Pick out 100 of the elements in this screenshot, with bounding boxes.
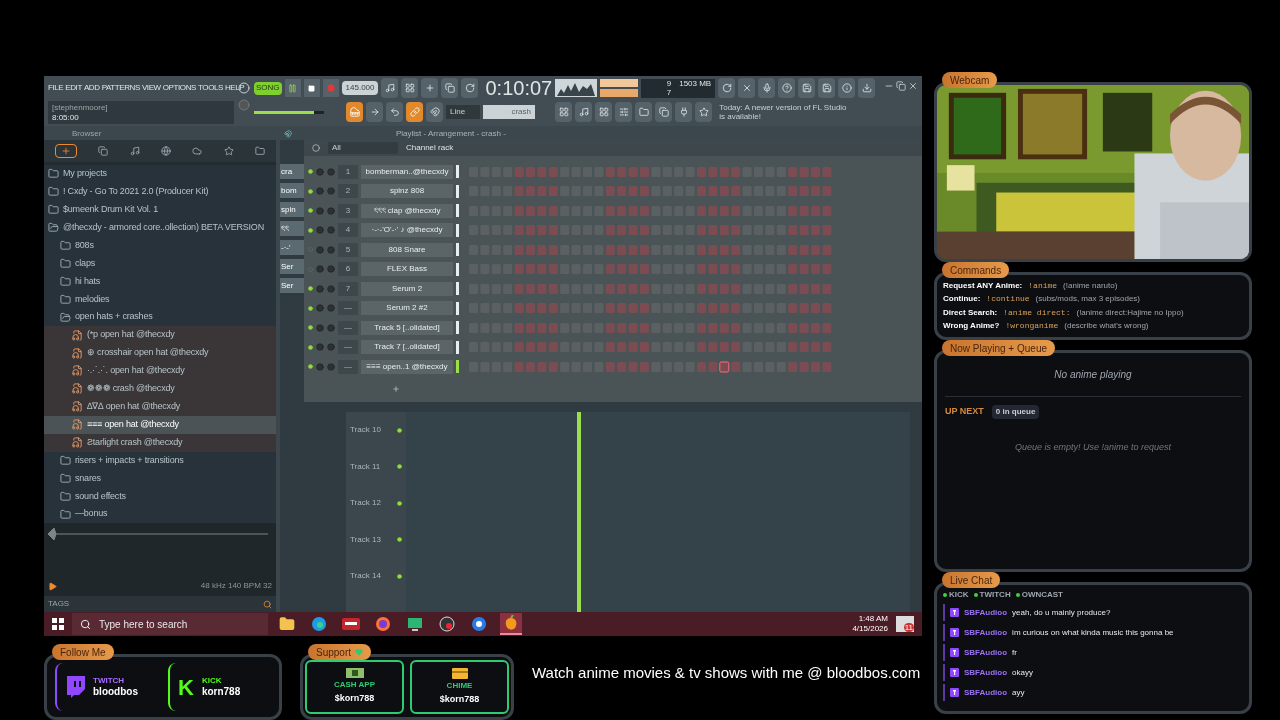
browser-item[interactable]: melodies bbox=[44, 290, 276, 309]
playlist-title: Playlist - Arrangement - crash - bbox=[396, 128, 506, 140]
browser-title: Browser bbox=[72, 128, 102, 140]
tags-label: TAGS bbox=[48, 598, 70, 611]
command-code: !wronganime bbox=[1005, 320, 1059, 333]
panel-label-text: Support bbox=[316, 645, 352, 660]
channel-name-button[interactable]: 808 Snare bbox=[361, 242, 453, 257]
chat-text: yeah, do u mainly produce? bbox=[1012, 606, 1111, 619]
pattern-clip[interactable]: Ser bbox=[280, 259, 304, 274]
channel-number: 1 bbox=[338, 164, 358, 179]
channel-number: — bbox=[338, 320, 358, 335]
channel-name-button[interactable]: Serum 2 bbox=[361, 281, 453, 296]
channel-name-button[interactable]: ≡≡≡ open..1 @thecxdy bbox=[361, 359, 453, 374]
channel-name-button[interactable]: ·-·-'O'-·' ♪ @thecxdy bbox=[361, 223, 453, 238]
menu-item[interactable]: ADD bbox=[83, 82, 100, 94]
menu-item[interactable]: EDIT bbox=[65, 82, 82, 94]
menu-item[interactable]: PATTERNS bbox=[101, 82, 140, 94]
channel-name-button[interactable]: Serum 2 #2 bbox=[361, 301, 453, 316]
command-name: Direct Search: bbox=[943, 306, 998, 319]
account-handle: bloodbos bbox=[93, 685, 138, 699]
channel-name-button[interactable]: spinz 808 bbox=[361, 184, 453, 199]
channel-name-button[interactable]: FLEX Bass bbox=[361, 262, 453, 277]
browser-item[interactable]: sound effects bbox=[44, 487, 276, 506]
banner-text: Watch anime movies & tv shows with me @ bloodbos.com bbox=[532, 663, 921, 683]
pattern-clip[interactable]: bom bbox=[280, 183, 304, 198]
channel-name-button[interactable]: bomberman..@thecxdy bbox=[361, 164, 453, 179]
chat-username: SBFAudioo bbox=[964, 666, 1008, 679]
chat-username: SBFAudioo bbox=[964, 646, 1008, 659]
channel-number: — bbox=[338, 340, 358, 355]
track-name[interactable]: Track 13 bbox=[350, 533, 381, 546]
track-name[interactable]: Track 10 bbox=[350, 424, 381, 437]
browser-item[interactable]: (*p open hat @thecxdy bbox=[44, 326, 276, 345]
payment-label: CASH APP bbox=[333, 679, 375, 692]
browser-item[interactable]: —bonus bbox=[44, 505, 276, 523]
cpu-reading: 9 bbox=[666, 78, 672, 88]
browser-item[interactable]: My projects bbox=[44, 165, 276, 183]
memory-reading: 1503 MB bbox=[679, 78, 712, 90]
channel-name-button[interactable]: Track 5 [..olidated] bbox=[361, 320, 453, 335]
platform-name: KICK bbox=[949, 589, 969, 601]
channel-number: 4 bbox=[338, 223, 358, 238]
browser-item[interactable]: ⊕ crosshair open hat @thecxdy bbox=[44, 344, 276, 362]
taskbar-search-field[interactable]: Type here to search bbox=[72, 613, 268, 636]
menu-item[interactable]: FILE bbox=[48, 82, 64, 94]
menu-item[interactable]: VIEW bbox=[141, 82, 161, 94]
platform-name: KICK bbox=[201, 675, 223, 686]
payment-card[interactable]: CHIME $korn788 bbox=[410, 660, 509, 714]
payment-handle: $korn788 bbox=[439, 692, 480, 706]
channel-name-button[interactable]: ৎৎৎ clap @thecxdy bbox=[361, 203, 453, 218]
channel-number: — bbox=[338, 359, 358, 374]
command-name: Wrong Anime? bbox=[943, 320, 1000, 333]
command-code: !anime direct: bbox=[1003, 306, 1071, 319]
browser-item[interactable]: snares bbox=[44, 469, 276, 488]
menu-item[interactable]: OPTIONS bbox=[162, 82, 196, 94]
track-name[interactable]: Track 11 bbox=[350, 460, 381, 473]
song-time: 0:10:07 bbox=[485, 78, 553, 98]
now-playing-text: No anime playing bbox=[1053, 368, 1133, 382]
command-hint: (!anime direct:Hajime no Ippo) bbox=[1076, 306, 1184, 319]
empty-queue-text: Queue is empty! Use !anime to request bbox=[1013, 441, 1173, 454]
panel-label-text: Now Playing + Queue bbox=[950, 341, 1047, 356]
payment-label: CHIME bbox=[446, 679, 473, 692]
command-code: !continue bbox=[986, 293, 1030, 306]
menu-item[interactable]: HELP bbox=[225, 82, 245, 94]
clock-time: 1:48 AM bbox=[858, 614, 888, 625]
browser-item[interactable]: open hats + crashes bbox=[44, 308, 276, 327]
menu-item[interactable]: TOOLS bbox=[198, 82, 223, 94]
chat-username: SBFAudioo bbox=[964, 686, 1008, 699]
track-name[interactable]: Track 14 bbox=[350, 570, 381, 583]
news-text: Today: A newer version of FL Studio is available! bbox=[719, 103, 848, 121]
pattern-clip[interactable]: Ser bbox=[280, 278, 304, 293]
pattern-clip[interactable]: -·-' bbox=[280, 240, 304, 255]
up-next-heading: UP NEXT bbox=[945, 405, 984, 419]
panel-label-text: Live Chat bbox=[950, 573, 993, 588]
sample-info: 48 kHz 140 BPM 32 bbox=[200, 580, 272, 593]
group-filter-dropdown[interactable]: All bbox=[328, 142, 398, 154]
channel-rack-title: Channel rack bbox=[406, 142, 454, 154]
payment-card[interactable]: CASH APP $korn788 bbox=[305, 660, 404, 714]
chat-username: SBFAudioo bbox=[964, 606, 1008, 619]
command-hint: (subs/mods, max 3 episodes) bbox=[1035, 293, 1141, 306]
channel-number: 6 bbox=[338, 262, 358, 277]
account-card[interactable]: TWITCH bloodbos bbox=[55, 663, 158, 711]
panel-label-text: Commands bbox=[950, 263, 1002, 278]
notification-count: 11 bbox=[903, 623, 914, 633]
pattern-clip[interactable]: ৎৎ bbox=[280, 221, 304, 236]
platform-name: TWITCH bbox=[93, 675, 126, 686]
command-name: Continue: bbox=[943, 293, 981, 306]
hint-title: [stephenmoore] bbox=[52, 102, 109, 113]
track-name[interactable]: Track 12 bbox=[350, 497, 381, 510]
channel-name-button[interactable]: Track 7 [..olidated] bbox=[361, 340, 453, 355]
channel-number: — bbox=[338, 301, 358, 316]
pattern-clip[interactable]: spin bbox=[280, 202, 304, 217]
command-name: Request ANY Anime: bbox=[943, 279, 1023, 292]
song-mode-button[interactable]: SONG bbox=[254, 81, 282, 95]
tempo-field[interactable]: 145.000 bbox=[341, 81, 379, 95]
snap-dropdown[interactable]: Line bbox=[446, 105, 480, 119]
chat-text: fr bbox=[1012, 646, 1017, 659]
pattern-clip[interactable]: cra bbox=[280, 164, 304, 179]
pattern-selector[interactable]: crash bbox=[483, 105, 535, 119]
browser-item[interactable]: hi hats bbox=[44, 272, 276, 291]
notification-button[interactable]: 11 bbox=[896, 616, 914, 633]
account-handle: korn788 bbox=[201, 685, 241, 699]
